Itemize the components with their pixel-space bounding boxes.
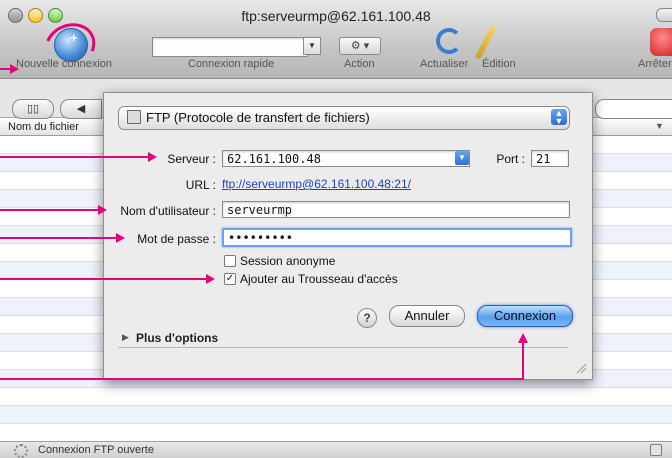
quick-connect-label: Connexion rapide	[188, 58, 275, 70]
filename-column-label[interactable]: Nom du fichier	[8, 121, 79, 133]
quick-connect-input[interactable]	[152, 37, 308, 57]
action-gear-button[interactable]: ⚙ ▾	[339, 37, 381, 55]
activity-spinner-icon	[14, 444, 28, 458]
server-field[interactable]: 62.161.100.48	[222, 150, 470, 167]
file-row[interactable]	[0, 406, 672, 424]
path-field[interactable]	[595, 99, 672, 119]
resize-grip-icon[interactable]	[575, 362, 587, 374]
connect-button[interactable]: Connexion	[477, 305, 573, 327]
annotation-arrow-password	[0, 237, 118, 239]
server-label: Serveur :	[167, 152, 216, 166]
anonymous-session-checkbox[interactable]	[224, 255, 236, 267]
url-link[interactable]: ftp://serveurmp@62.161.100.48:21/	[222, 177, 411, 191]
stop-label: Arrêter	[638, 58, 672, 70]
annotation-arrow-connect-vertical	[522, 342, 524, 380]
stop-icon[interactable]	[650, 28, 672, 56]
protocol-select-value[interactable]: FTP (Protocole de transfert de fichiers)	[146, 110, 370, 125]
refresh-label: Actualiser	[420, 58, 469, 70]
annotation-arrowhead	[98, 205, 107, 215]
annotation-arrowhead	[518, 333, 528, 343]
annotation-arrow-server	[0, 156, 150, 158]
help-button[interactable]: ?	[357, 308, 377, 328]
file-row[interactable]	[0, 424, 672, 442]
port-field[interactable]: 21	[531, 150, 569, 167]
select-arrows-icon[interactable]: ▲ ▼	[551, 109, 567, 126]
username-label: Nom d'utilisateur :	[120, 204, 216, 218]
new-connection-label[interactable]: Nouvelle connexion	[16, 58, 112, 70]
disclosure-triangle-icon[interactable]: ▶	[122, 332, 129, 343]
refresh-icon[interactable]	[436, 28, 462, 54]
annotation-arrow-keychain	[0, 278, 208, 280]
cancel-button[interactable]: Annuler	[389, 305, 465, 327]
annotation-arrow	[0, 68, 10, 70]
back-button[interactable]: ◀	[60, 99, 102, 119]
password-field[interactable]: •••••••••	[222, 228, 572, 247]
edit-label: Édition	[482, 58, 516, 70]
keychain-checkbox[interactable]: ✓	[224, 273, 236, 285]
lock-icon	[650, 444, 662, 456]
toolbar-toggle-button[interactable]	[656, 8, 672, 22]
annotation-arrowhead	[116, 233, 125, 243]
ftp-window: ftp:serveurmp@62.161.100.48 + Nouvelle c…	[0, 0, 672, 458]
annotation-arrowhead	[10, 64, 19, 74]
username-field[interactable]: serveurmp	[222, 201, 570, 218]
annotation-arrowhead	[206, 274, 215, 284]
annotation-arrowhead	[148, 152, 157, 162]
bookmarks-button[interactable]: ▯▯	[12, 99, 54, 119]
keychain-label[interactable]: Ajouter au Trousseau d'accès	[240, 272, 398, 286]
more-options-toggle[interactable]: Plus d'options	[136, 331, 218, 345]
anonymous-session-label[interactable]: Session anonyme	[240, 254, 335, 268]
window-title: ftp:serveurmp@62.161.100.48	[241, 8, 431, 24]
action-label: Action	[344, 58, 375, 70]
server-dropdown-icon[interactable]: ▼	[455, 151, 469, 165]
protocol-icon	[127, 110, 141, 124]
quick-connect-dropdown-icon[interactable]: ▼	[303, 37, 321, 55]
annotation-arrow-username	[0, 209, 100, 211]
url-label: URL :	[185, 178, 216, 192]
port-label: Port :	[496, 152, 525, 166]
sort-arrow-icon[interactable]: ▼	[655, 121, 664, 131]
file-row[interactable]	[0, 388, 672, 406]
annotation-arrow-connect	[0, 378, 524, 380]
divider	[118, 347, 568, 348]
status-text: Connexion FTP ouverte	[38, 444, 154, 456]
